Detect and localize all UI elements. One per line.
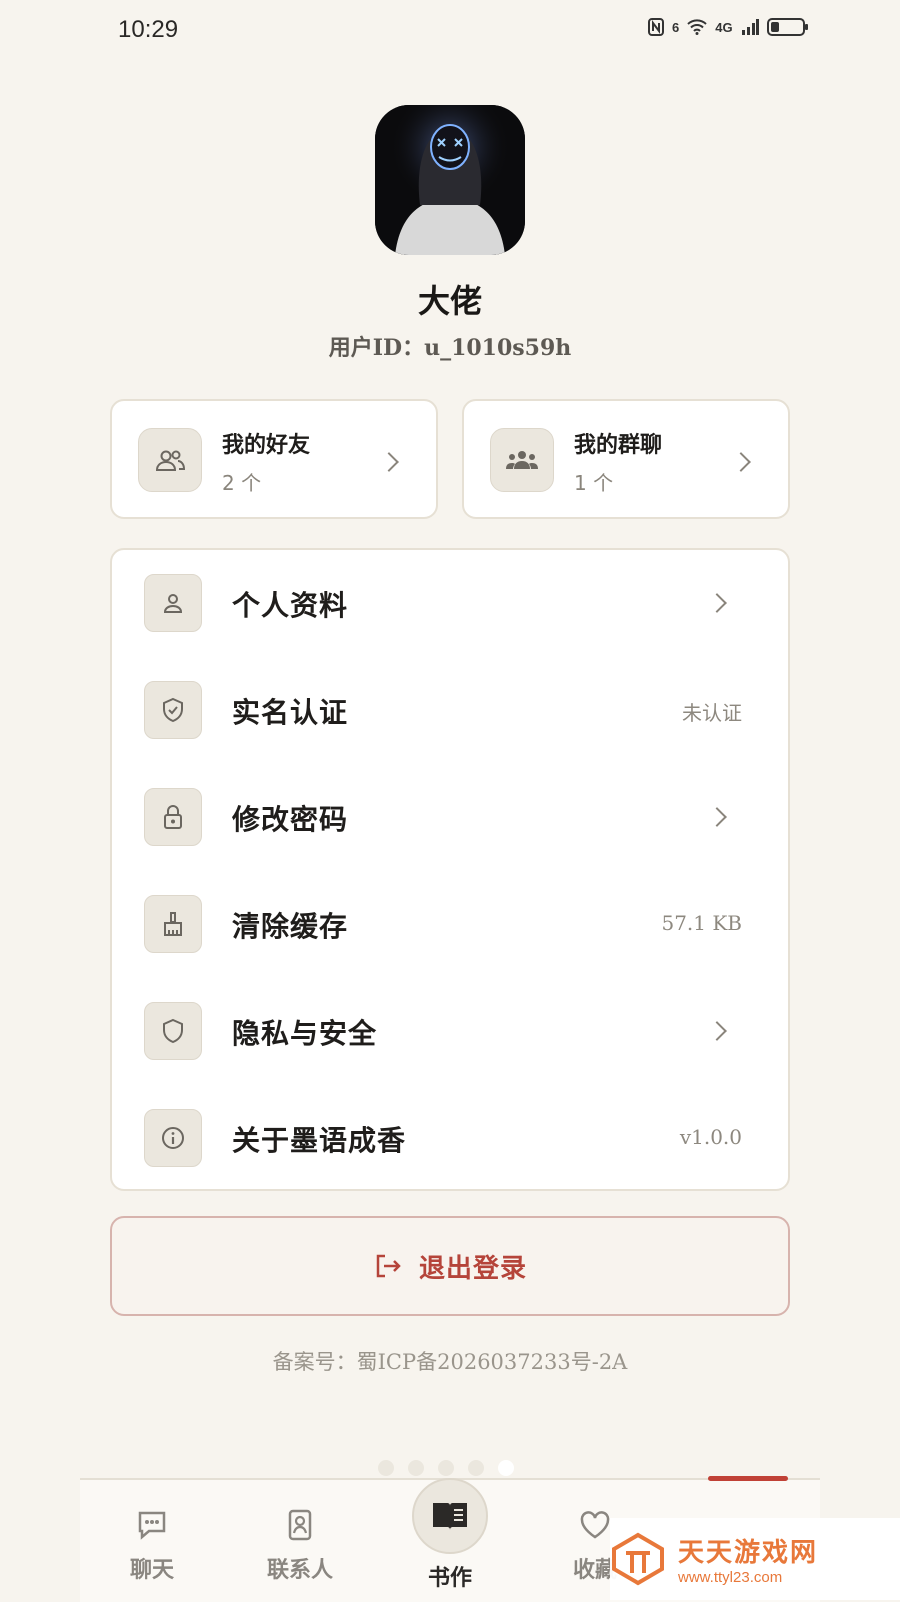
icp-record[interactable]: 备案号：蜀ICP备2026037233号-2A [0,1346,900,1376]
watermark-logo-icon [612,1532,664,1586]
menu-label: 实名认证 [232,696,349,729]
lock-icon [144,788,202,846]
groups-count: 1 个 [574,471,614,495]
display-name: 大佬 [417,282,482,320]
verification-status: 未认证 [682,701,742,725]
tab-label: 聊天 [129,1558,174,1583]
friends-icon [138,428,202,492]
contacts-icon [288,1509,312,1541]
friends-card[interactable]: 我的好友 2 个 [110,399,438,519]
chevron-right-icon [731,452,751,472]
settings-menu: 个人资料 实名认证 未认证 修改密码 清除缓存 57.1 KB 隐私与安全 关于… [110,548,790,1191]
menu-item-privacy[interactable]: 隐私与安全 [112,978,788,1085]
chevron-right-icon [707,593,727,613]
cache-size: 57.1 KB [661,911,742,935]
tab-label: 联系人 [266,1558,333,1583]
chat-icon [138,1511,166,1540]
chevron-right-icon [707,807,727,827]
logout-button[interactable]: 退出登录 [110,1216,790,1316]
groups-title: 我的群聊 [574,433,663,458]
user-id: 用户ID：u_1010s59h [328,335,572,361]
wifi-badge: 6 [672,19,680,35]
friends-title: 我的好友 [222,433,311,458]
watermark-url: www.ttyl23.com [678,1569,783,1586]
friends-count: 2 个 [222,471,262,495]
menu-item-change-password[interactable]: 修改密码 [112,764,788,871]
shield-icon [144,1002,202,1060]
chevron-right-icon [379,452,399,472]
shield-check-icon [144,681,202,739]
tab-contacts[interactable]: 联系人 [245,1508,355,1584]
tab-chat[interactable]: 聊天 [97,1508,207,1584]
heart-icon [580,1511,610,1539]
nfc-icon [648,18,664,36]
user-icon [144,574,202,632]
menu-label: 隐私与安全 [232,1017,378,1050]
tab-book-label: 书作 [427,1566,472,1591]
menu-label: 个人资料 [232,589,349,622]
menu-label: 修改密码 [232,803,349,836]
menu-item-profile[interactable]: 个人资料 [112,550,788,657]
battery-icon [766,18,808,36]
signal-icon [741,19,759,35]
menu-item-verification[interactable]: 实名认证 未认证 [112,657,788,764]
app-version: v1.0.0 [679,1125,742,1149]
network-badge: 4G [715,19,733,35]
status-time: 10:29 [118,16,179,43]
groups-card[interactable]: 我的群聊 1 个 [462,399,790,519]
broom-icon [144,895,202,953]
chevron-right-icon [707,1021,727,1041]
menu-label: 关于墨语成香 [232,1124,407,1157]
tab-book[interactable] [412,1478,488,1554]
group-icon [490,428,554,492]
page-dot[interactable] [408,1460,424,1476]
menu-item-about[interactable]: 关于墨语成香 v1.0.0 [112,1085,788,1192]
page-indicator [378,1460,514,1476]
info-icon [144,1109,202,1167]
avatar[interactable] [375,105,525,255]
book-icon [433,1503,467,1530]
page-dot[interactable] [438,1460,454,1476]
status-icons: 6 4G [648,18,808,36]
menu-item-clear-cache[interactable]: 清除缓存 57.1 KB [112,871,788,978]
logout-label: 退出登录 [418,1253,527,1284]
watermark-title: 天天游戏网 [678,1538,819,1568]
active-tab-indicator [708,1476,788,1481]
wifi-icon [687,19,707,35]
page-dot[interactable] [468,1460,484,1476]
page-dot-active[interactable] [498,1460,514,1476]
menu-label: 清除缓存 [232,910,349,943]
watermark: 天天游戏网 www.ttyl23.com [610,1518,900,1600]
logout-icon [376,1254,401,1278]
page-dot[interactable] [378,1460,394,1476]
status-bar: 10:29 6 4G [0,0,900,60]
